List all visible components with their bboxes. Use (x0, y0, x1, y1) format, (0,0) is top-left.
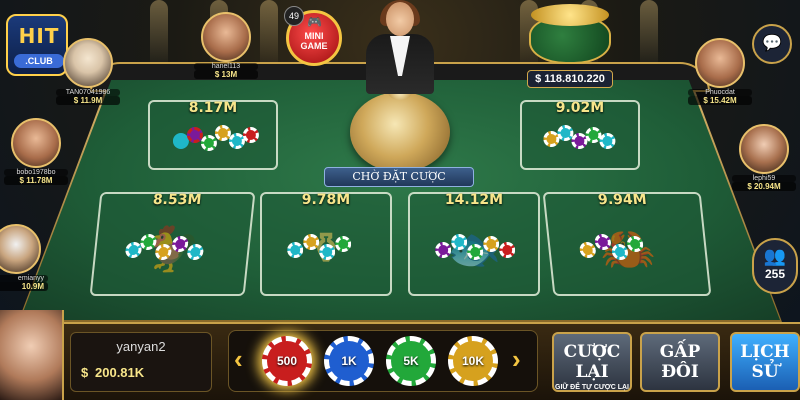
dealer (360, 0, 440, 95)
chip-pile (539, 113, 620, 163)
player-seat[interactable]: lephi59 $ 20.94M (732, 124, 796, 191)
my-avatar (0, 310, 64, 400)
player-seat[interactable]: Phuocdat $ 15.42M (688, 38, 752, 105)
history-button[interactable]: LỊCH SỬ (730, 332, 800, 392)
mini-game-label-bottom: GAME (300, 41, 328, 51)
bet-box-deer[interactable]: 8.17M (148, 100, 278, 170)
chip-10k[interactable]: 10K (448, 336, 498, 386)
my-info: yanyan2 $ 200.81K (70, 332, 212, 392)
player-seat[interactable]: bobo1978bo $ 11.78M (4, 118, 68, 185)
chip-pile (117, 224, 228, 274)
chip-pile (281, 224, 371, 274)
mini-game-label-top: MINI (304, 31, 324, 41)
player-money: $ 13M (194, 70, 258, 79)
player-money: 10.9M (0, 282, 48, 291)
chevron-right-icon[interactable]: › (512, 344, 530, 378)
bet-box-fish[interactable]: 14.12M 🐟 (408, 192, 540, 296)
dealer-head (386, 2, 414, 36)
bet-amount: 9.78M (301, 192, 351, 208)
my-name: yanyan2 (116, 339, 166, 354)
player-name: Phuocdat (688, 89, 752, 96)
player-name: emianyy (0, 275, 48, 282)
rebet-button[interactable]: CƯỢC LẠI GIỮ ĐỂ TỰ CƯỢC LẠI (552, 332, 632, 392)
dice-bowl (350, 84, 450, 172)
chip-1k[interactable]: 1K (324, 336, 374, 386)
bet-amount: 14.12M (444, 192, 504, 208)
player-seat[interactable]: hanel113 $ 13M (194, 12, 258, 79)
chip-pile (571, 224, 684, 274)
avatar (695, 38, 745, 88)
chevron-left-icon[interactable]: ‹ (234, 344, 252, 378)
chip-pile (429, 224, 519, 274)
avatar (11, 118, 61, 168)
player-money: $ 11.9M (56, 96, 120, 105)
bet-box-rooster[interactable]: 8.53M 🐓 (89, 192, 256, 296)
player-money: $ 20.94M (732, 182, 796, 191)
rebet-hint: GIỮ ĐỂ TỰ CƯỢC LẠI (555, 384, 629, 391)
player-name: bobo1978bo (4, 169, 68, 176)
bet-amount: 8.53M (152, 192, 203, 208)
player-seat[interactable]: TAN07041986 $ 11.9M (56, 38, 120, 105)
player-name: hanel113 (194, 63, 258, 70)
history-label-2: SỬ (751, 362, 779, 382)
player-name: TAN07041986 (56, 89, 120, 96)
avatar (63, 38, 113, 88)
my-money: 200.81K (95, 365, 145, 380)
player-seat[interactable]: emianyy 10.9M (0, 224, 48, 291)
player-money: $ 11.78M (4, 176, 68, 185)
players-list-button[interactable]: 👥 255 (752, 238, 798, 294)
chip-500[interactable]: 500 (262, 336, 312, 386)
mini-game-badge: 49 (284, 6, 304, 26)
gold-coins-icon (531, 4, 609, 26)
people-icon: 👥 (763, 246, 787, 266)
double-button[interactable]: GẤP ĐÔI (640, 332, 720, 392)
avatar (0, 224, 41, 274)
bet-box-crab[interactable]: 9.94M 🦀 (542, 192, 712, 296)
rebet-label-1: CƯỢC (563, 342, 621, 362)
gamepad-icon: 🎮 (307, 15, 322, 29)
chat-bubble-icon[interactable]: 💬 (752, 24, 792, 64)
bet-box-gourd-vase[interactable]: 9.78M ⚱ (260, 192, 392, 296)
status-label: CHỜ ĐẶT CƯỢC (324, 167, 474, 187)
player-name: lephi59 (732, 175, 796, 182)
player-count: 255 (764, 267, 786, 281)
bet-box-gourd[interactable]: 9.02M (520, 100, 640, 170)
history-label-1: LỊCH (740, 342, 790, 362)
chip-pile (169, 113, 259, 163)
chip-5k[interactable]: 5K (386, 336, 436, 386)
double-label-2: ĐÔI (661, 362, 699, 382)
rebet-label-2: LẠI (575, 362, 609, 382)
player-money: $ 15.42M (688, 96, 752, 105)
jackpot-amount: $ 118.810.220 (527, 70, 613, 88)
money-symbol: $ (81, 365, 89, 380)
jackpot-pot (525, 2, 615, 64)
avatar (739, 124, 789, 174)
bet-amount: 9.94M (597, 192, 648, 208)
avatar (201, 12, 251, 62)
double-label-1: GẤP (659, 342, 701, 362)
